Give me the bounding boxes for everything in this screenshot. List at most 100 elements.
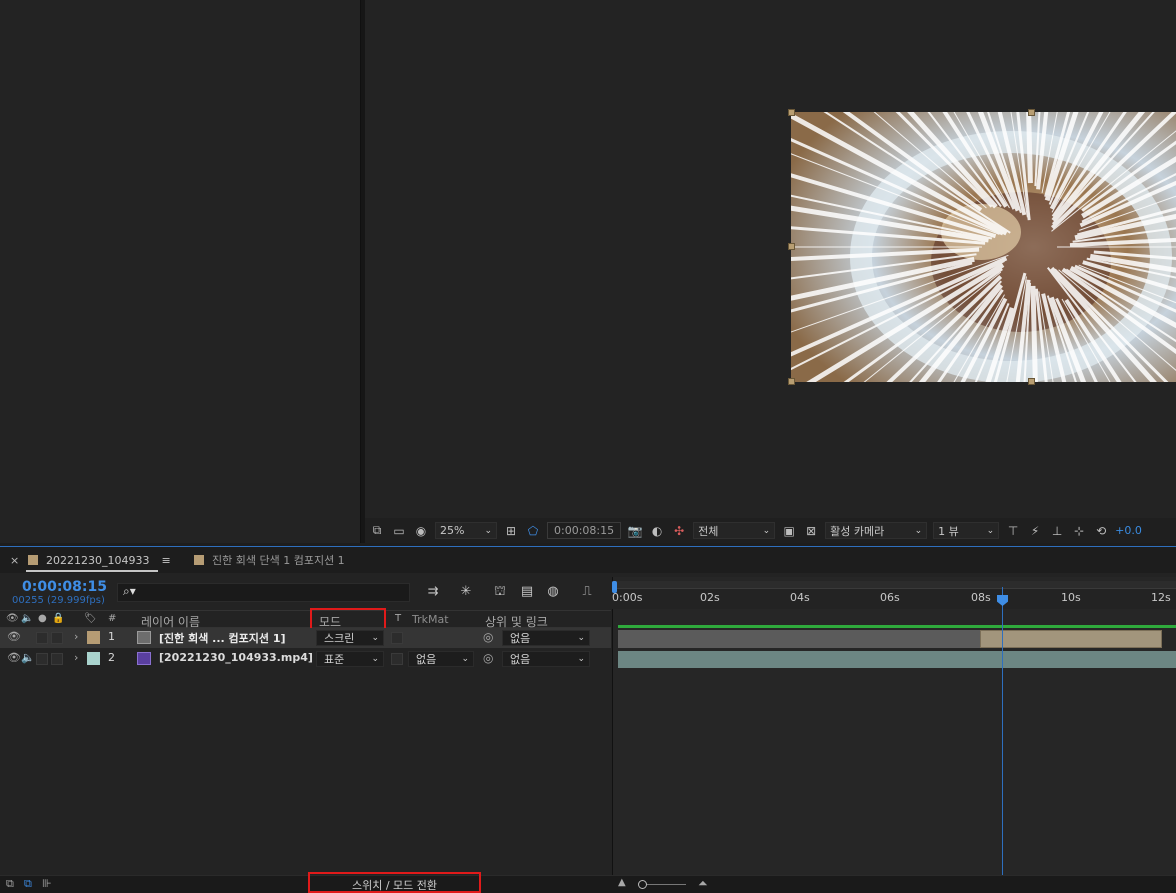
chevron-right-icon[interactable]: › xyxy=(74,630,78,643)
ruler-tick-label: 12s xyxy=(1151,591,1171,604)
mode-select[interactable]: 표준 ⌄ xyxy=(316,651,384,667)
preserve-transparency-toggle[interactable] xyxy=(391,653,403,665)
label-color[interactable] xyxy=(87,631,100,644)
layer-1-duration-bar[interactable] xyxy=(980,630,1162,648)
solo-toggle[interactable] xyxy=(36,632,48,644)
resolution-select[interactable]: 전체 ⌄ xyxy=(693,522,776,539)
grid-guides-icon[interactable]: ⊞ xyxy=(503,523,519,539)
time-ruler[interactable]: 0:00s 02s 04s 06s 08s 10s 12s xyxy=(612,581,1176,609)
transform-handle[interactable] xyxy=(788,378,795,385)
current-time-indicator-line xyxy=(1002,587,1003,875)
transform-handle[interactable] xyxy=(1028,109,1035,116)
motion-blur-icon[interactable]: ◍ xyxy=(545,584,561,600)
toggle-pixel-aspect-icon[interactable]: ⊤ xyxy=(1005,523,1021,539)
render-cache-bar xyxy=(618,625,1176,628)
layer-switches-icon[interactable]: ⧉ xyxy=(6,877,14,891)
trkmat-select[interactable]: 없음 ⌄ xyxy=(408,651,474,667)
chevron-down-icon: ⌄ xyxy=(577,654,585,664)
mode-value: 표준 xyxy=(324,653,345,666)
eye-icon[interactable]: 👁 xyxy=(7,630,21,643)
label-icon: 🏷 xyxy=(84,613,97,624)
pick-whip-icon[interactable]: ◎ xyxy=(483,651,493,665)
mask-icon[interactable]: ◉ xyxy=(413,523,429,539)
lock-toggle[interactable] xyxy=(51,632,63,644)
parent-select[interactable]: 없음 ⌄ xyxy=(502,630,590,646)
layer-name[interactable]: [진한 회색 ... 컴포지션 1] xyxy=(159,630,286,646)
frame-blending-icon[interactable]: ▤ xyxy=(519,584,535,600)
transfer-controls-icon[interactable]: ⧉ xyxy=(24,877,32,891)
chevron-down-icon: ⌄ xyxy=(371,633,379,643)
transform-handle[interactable] xyxy=(788,243,795,250)
viewer-timecode[interactable]: 0:00:08:15 xyxy=(547,522,622,539)
active-tab-indicator xyxy=(26,570,158,572)
toggle-highlight xyxy=(308,872,481,893)
views-select[interactable]: 1 뷰 ⌄ xyxy=(933,522,1000,539)
monitor-icon[interactable]: ▭ xyxy=(391,523,407,539)
zoom-value: 25% xyxy=(440,524,465,537)
column-trkmat[interactable]: TrkMat xyxy=(412,613,449,626)
layer-number: 2 xyxy=(108,651,115,664)
lock-toggle[interactable] xyxy=(51,653,63,665)
draft-3d-icon[interactable]: ✳ xyxy=(458,584,474,600)
chevron-down-icon: ⌄ xyxy=(461,654,469,664)
zoom-in-icon[interactable]: ⏶ xyxy=(698,876,708,891)
speed-lines-image xyxy=(791,112,1176,382)
layer-name[interactable]: [20221230_104933.mp4] xyxy=(159,651,313,664)
tab-comp-2[interactable]: 진한 회색 단색 1 컴포지션 1 xyxy=(194,547,345,573)
layer-row[interactable]: 👁 › 1 [진한 회색 ... 컴포지션 1] 스크린 ⌄ ◎ 없음 ⌄ xyxy=(0,628,611,648)
fast-previews-icon[interactable]: ⚡ xyxy=(1027,523,1043,539)
always-preview-icon[interactable]: ⧉ xyxy=(369,523,385,539)
search-input[interactable]: ⌕▾ xyxy=(117,583,410,602)
label-color-swatch xyxy=(28,555,38,565)
views-value: 1 뷰 xyxy=(938,524,959,538)
zoom-select[interactable]: 25% ⌄ xyxy=(435,522,497,539)
parent-select[interactable]: 없음 ⌄ xyxy=(502,651,590,667)
mask-path-icon[interactable]: ⬠ xyxy=(525,523,541,539)
chevron-down-icon: ⌄ xyxy=(371,654,379,664)
graph-editor-icon[interactable]: ⎍ xyxy=(579,584,595,600)
comp-preview-image[interactable] xyxy=(791,112,1176,382)
timeline-tracks[interactable] xyxy=(612,577,1176,875)
transform-handle[interactable] xyxy=(1028,378,1035,385)
pick-whip-icon[interactable]: ◎ xyxy=(483,630,493,644)
ruler-tick-label: 02s xyxy=(700,591,720,604)
region-of-interest-icon[interactable]: ▣ xyxy=(781,523,797,539)
comp-mini-flowchart-icon[interactable]: ⇉ xyxy=(425,584,441,600)
snapshot-icon[interactable]: 📷 xyxy=(627,523,643,539)
timeline-bottom-bar: ⧉ ⧉ ⊪ 스위치 / 모드 전환 ▲ ⏶ xyxy=(0,875,1176,893)
shy-layers-icon[interactable]: ⛫ xyxy=(492,584,508,600)
solo-toggle[interactable] xyxy=(36,653,48,665)
flowchart-icon[interactable]: ⊹ xyxy=(1071,523,1087,539)
layer-number: 1 xyxy=(108,630,115,643)
transform-handle[interactable] xyxy=(788,109,795,116)
label-color[interactable] xyxy=(87,652,100,665)
audio-icon[interactable]: 🔈 xyxy=(21,651,35,664)
chevron-down-icon: ⌄ xyxy=(484,525,492,536)
column-number: # xyxy=(108,613,117,624)
zoom-out-icon[interactable]: ▲ xyxy=(618,877,626,888)
zoom-slider-handle[interactable] xyxy=(638,880,647,889)
eye-icon[interactable]: 👁 xyxy=(7,651,21,664)
timeline-tabs: × 20221230_104933 ≡ 진한 회색 단색 1 컴포지션 1 xyxy=(0,547,1176,573)
mode-select[interactable]: 스크린 ⌄ xyxy=(316,630,384,646)
camera-select[interactable]: 활성 카메라 ⌄ xyxy=(825,522,928,539)
work-area-bar[interactable] xyxy=(612,581,1176,589)
chevron-down-icon: ⌄ xyxy=(914,525,923,536)
show-snapshot-icon[interactable]: ◐ xyxy=(649,523,665,539)
parent-value: 없음 xyxy=(510,632,531,645)
transparency-grid-icon[interactable]: ⊠ xyxy=(803,523,819,539)
chevron-right-icon[interactable]: › xyxy=(74,651,78,664)
timeline-icon[interactable]: ⊥ xyxy=(1049,523,1065,539)
close-tab-icon[interactable]: × xyxy=(10,554,19,567)
solo-icon: ● xyxy=(38,613,47,624)
preserve-transparency-toggle[interactable] xyxy=(391,632,403,644)
exposure-value[interactable]: +0.0 xyxy=(1115,524,1142,537)
current-time[interactable]: 0:00:08:15 xyxy=(22,579,107,595)
layer-1-trimmed-bar[interactable] xyxy=(618,630,980,648)
layer-row[interactable]: 👁 🔈 › 2 [20221230_104933.mp4] 표준 ⌄ 없음 ⌄ ◎ … xyxy=(0,649,611,669)
menu-icon[interactable]: ≡ xyxy=(161,554,170,567)
reset-exposure-icon[interactable]: ⟲ xyxy=(1093,523,1109,539)
layer-2-duration-bar[interactable] xyxy=(618,651,1176,668)
in-out-icon[interactable]: ⊪ xyxy=(42,877,52,890)
channel-icon[interactable]: ✣ xyxy=(671,523,687,539)
